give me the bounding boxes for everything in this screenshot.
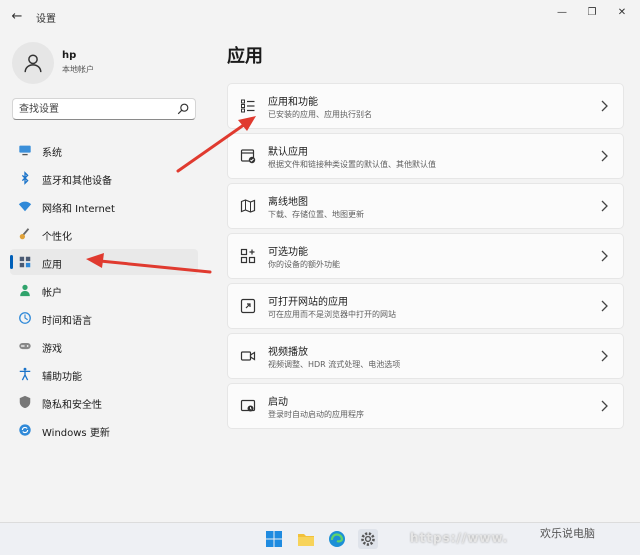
settings-icon[interactable] [358, 529, 378, 549]
card-offline-maps[interactable]: 离线地图 下载、存储位置、地图更新 [227, 183, 624, 229]
map-icon [240, 199, 256, 213]
back-arrow-icon[interactable]: ← [8, 8, 26, 26]
account-type: 本地帐户 [62, 65, 94, 74]
card-title: 启动 [268, 397, 288, 408]
taskbar: https://www. 欢乐说电脑 [0, 522, 640, 555]
sidebar-item-system[interactable]: 系统 [10, 137, 198, 163]
card-title: 可选功能 [268, 247, 308, 258]
card-subtitle: 已安装的应用、应用执行别名 [268, 110, 372, 119]
card-title: 默认应用 [268, 147, 308, 158]
sidebar-item-accounts[interactable]: 帐户 [10, 277, 198, 303]
title-bar: ← 设置 — ❐ ✕ [0, 0, 640, 32]
card-title: 应用和功能 [268, 97, 318, 108]
bluetooth-icon [21, 171, 29, 185]
windows-start-icon[interactable] [264, 529, 284, 549]
card-default-apps[interactable]: 默认应用 根据文件和链接种类设置的默认值、其他默认值 [227, 133, 624, 179]
chevron-right-icon [601, 100, 608, 112]
wifi-icon [18, 201, 32, 212]
url-watermark: https://www. [410, 531, 509, 545]
open-link-icon [240, 298, 256, 314]
sidebar-item-apps[interactable]: 应用 [10, 249, 198, 275]
card-subtitle: 你的设备的额外功能 [268, 260, 340, 269]
card-subtitle: 视频调整、HDR 流式处理、电池选项 [268, 360, 401, 369]
card-subtitle: 可在应用而不是浏览器中打开的网站 [268, 310, 396, 319]
startup-icon [240, 399, 256, 412]
chevron-right-icon [601, 150, 608, 162]
default-apps-icon [240, 149, 256, 164]
card-video-playback[interactable]: 视频播放 视频调整、HDR 流式处理、电池选项 [227, 333, 624, 379]
chevron-right-icon [601, 400, 608, 412]
sidebar-item-accessibility[interactable]: 辅助功能 [10, 361, 198, 387]
chevron-right-icon [601, 200, 608, 212]
chevron-right-icon [601, 350, 608, 362]
sidebar-item-windows-update[interactable]: Windows 更新 [10, 417, 198, 443]
card-subtitle: 下载、存储位置、地图更新 [268, 210, 364, 219]
video-icon [240, 351, 256, 361]
close-icon[interactable]: ✕ [608, 4, 636, 22]
card-title: 离线地图 [268, 197, 308, 208]
sidebar-item-bluetooth[interactable]: 蓝牙和其他设备 [10, 165, 198, 191]
sidebar-item-personalization[interactable]: 个性化 [10, 221, 198, 247]
brush-icon [19, 228, 30, 240]
card-title: 可打开网站的应用 [268, 297, 348, 308]
sidebar-item-time-language[interactable]: 时间和语言 [10, 305, 198, 331]
monitor-icon [19, 145, 31, 156]
search-input[interactable] [19, 101, 169, 117]
card-subtitle: 根据文件和链接种类设置的默认值、其他默认值 [268, 160, 436, 169]
card-startup[interactable]: 启动 登录时自动启动的应用程序 [227, 383, 624, 429]
gamepad-icon [19, 342, 31, 350]
minimize-icon[interactable]: — [548, 4, 576, 22]
watermark: 欢乐说电脑 [540, 527, 595, 540]
user-name: hp [62, 50, 77, 61]
chevron-right-icon [601, 250, 608, 262]
edge-icon[interactable] [327, 529, 347, 549]
person-icon [24, 54, 42, 73]
accessibility-icon [19, 367, 31, 381]
card-subtitle: 登录时自动启动的应用程序 [268, 410, 364, 419]
globe-clock-icon [19, 312, 31, 324]
card-title: 视频播放 [268, 347, 308, 358]
sidebar-item-gaming[interactable]: 游戏 [10, 333, 198, 359]
app-title: 设置 [36, 14, 56, 25]
apps-icon [19, 256, 31, 268]
search-box[interactable] [12, 98, 196, 120]
page-title: 应用 [227, 46, 263, 67]
card-apps-features[interactable]: 应用和功能 已安装的应用、应用执行别名 [227, 83, 624, 129]
shield-icon [19, 395, 31, 409]
person-icon [20, 284, 30, 297]
list-icon [241, 99, 255, 113]
chevron-right-icon [601, 300, 608, 312]
search-icon[interactable] [176, 102, 190, 116]
avatar [12, 42, 54, 84]
card-apps-for-websites[interactable]: 可打开网站的应用 可在应用而不是浏览器中打开的网站 [227, 283, 624, 329]
sidebar-item-privacy[interactable]: 隐私和安全性 [10, 389, 198, 415]
maximize-icon[interactable]: ❐ [578, 4, 606, 22]
sidebar-item-network[interactable]: 网络和 Internet [10, 193, 198, 219]
card-optional-features[interactable]: 可选功能 你的设备的额外功能 [227, 233, 624, 279]
update-icon [19, 424, 31, 436]
grid-plus-icon [240, 248, 256, 264]
file-explorer-icon[interactable] [296, 529, 316, 549]
